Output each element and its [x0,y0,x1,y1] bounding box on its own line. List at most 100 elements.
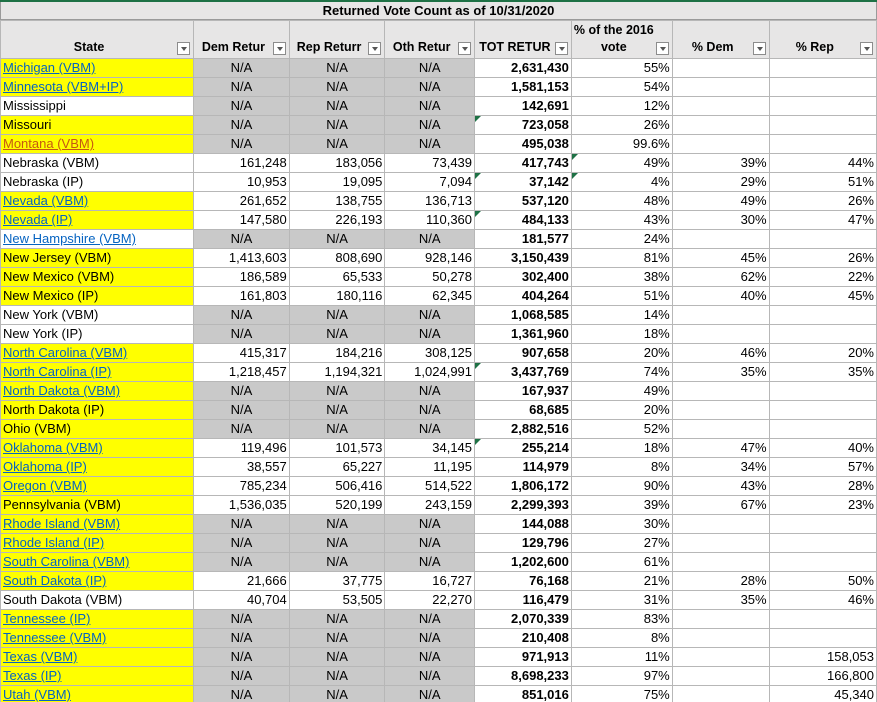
pct-dem-cell[interactable]: 29% [671,172,770,192]
pct-rep-cell[interactable] [768,134,877,154]
total-returned-cell[interactable]: 210,408 [474,628,572,648]
filter-dropdown-icon[interactable] [368,42,382,55]
oth-returned-cell[interactable]: 243,159 [384,495,476,515]
oth-returned-cell[interactable]: N/A [384,115,476,135]
state-cell[interactable]: Oklahoma (IP) [0,457,195,477]
oth-returned-cell[interactable]: 1,024,991 [384,362,476,382]
oth-returned-cell[interactable]: 514,522 [384,476,476,496]
pct-dem-cell[interactable] [671,229,770,249]
oth-returned-cell[interactable]: 136,713 [384,191,476,211]
dem-returned-cell[interactable]: N/A [193,77,290,97]
dem-returned-cell[interactable]: 261,652 [193,191,290,211]
dem-returned-cell[interactable]: 21,666 [193,571,290,591]
rep-returned-cell[interactable]: 520,199 [288,495,386,515]
pct-rep-cell[interactable]: 51% [768,172,877,192]
pct-2016-cell[interactable]: 18% [570,324,673,344]
rep-returned-cell[interactable]: N/A [288,533,386,553]
header-oth[interactable]: Oth Retur [384,20,476,59]
state-cell[interactable]: North Carolina (IP) [0,362,195,382]
state-link[interactable]: North Carolina (IP) [3,364,111,379]
pct-dem-cell[interactable] [671,115,770,135]
state-cell[interactable]: Tennessee (IP) [0,609,195,629]
state-cell[interactable]: Texas (IP) [0,666,195,686]
pct-dem-cell[interactable]: 47% [671,438,770,458]
pct-rep-cell[interactable] [768,115,877,135]
dem-returned-cell[interactable]: N/A [193,533,290,553]
state-link[interactable]: South Dakota (IP) [3,573,106,588]
pct-dem-cell[interactable]: 49% [671,191,770,211]
rep-returned-cell[interactable]: 1,194,321 [288,362,386,382]
state-link[interactable]: Rhode Island (IP) [3,535,104,550]
total-returned-cell[interactable]: 3,437,769 [474,362,572,382]
dem-returned-cell[interactable]: N/A [193,58,290,78]
oth-returned-cell[interactable]: N/A [384,552,476,572]
dem-returned-cell[interactable]: 161,248 [193,153,290,173]
oth-returned-cell[interactable]: N/A [384,77,476,97]
total-returned-cell[interactable]: 851,016 [474,685,572,702]
oth-returned-cell[interactable]: N/A [384,229,476,249]
total-returned-cell[interactable]: 723,058 [474,115,572,135]
total-returned-cell[interactable]: 2,070,339 [474,609,572,629]
rep-returned-cell[interactable]: N/A [288,419,386,439]
pct-dem-cell[interactable] [671,628,770,648]
oth-returned-cell[interactable]: 308,125 [384,343,476,363]
state-cell[interactable]: Missouri [0,115,195,135]
dem-returned-cell[interactable]: 785,234 [193,476,290,496]
total-returned-cell[interactable]: 37,142 [474,172,572,192]
rep-returned-cell[interactable]: 183,056 [288,153,386,173]
pct-dem-cell[interactable]: 45% [671,248,770,268]
oth-returned-cell[interactable]: N/A [384,134,476,154]
pct-dem-cell[interactable] [671,305,770,325]
state-cell[interactable]: Michigan (VBM) [0,58,195,78]
state-cell[interactable]: North Carolina (VBM) [0,343,195,363]
header-pct-dem[interactable]: % Dem [671,20,770,59]
pct-2016-cell[interactable]: 30% [570,514,673,534]
rep-returned-cell[interactable]: N/A [288,666,386,686]
pct-rep-cell[interactable]: 35% [768,362,877,382]
oth-returned-cell[interactable]: 7,094 [384,172,476,192]
pct-rep-cell[interactable] [768,77,877,97]
dem-returned-cell[interactable]: N/A [193,628,290,648]
pct-rep-cell[interactable] [768,400,877,420]
total-returned-cell[interactable]: 417,743 [474,153,572,173]
dem-returned-cell[interactable]: 10,953 [193,172,290,192]
rep-returned-cell[interactable]: N/A [288,115,386,135]
total-returned-cell[interactable]: 2,631,430 [474,58,572,78]
dem-returned-cell[interactable]: 1,536,035 [193,495,290,515]
rep-returned-cell[interactable]: N/A [288,514,386,534]
state-cell[interactable]: Rhode Island (VBM) [0,514,195,534]
total-returned-cell[interactable]: 537,120 [474,191,572,211]
oth-returned-cell[interactable]: N/A [384,514,476,534]
rep-returned-cell[interactable]: N/A [288,229,386,249]
dem-returned-cell[interactable]: N/A [193,685,290,702]
pct-2016-cell[interactable]: 38% [570,267,673,287]
pct-2016-cell[interactable]: 18% [570,438,673,458]
pct-rep-cell[interactable]: 45% [768,286,877,306]
filter-dropdown-icon[interactable] [272,42,286,55]
header-rep[interactable]: Rep Returr [288,20,386,59]
pct-rep-cell[interactable]: 23% [768,495,877,515]
state-cell[interactable]: Nevada (IP) [0,210,195,230]
pct-2016-cell[interactable]: 74% [570,362,673,382]
pct-rep-cell[interactable]: 158,053 [768,647,877,667]
pct-2016-cell[interactable]: 43% [570,210,673,230]
state-link[interactable]: South Carolina (VBM) [3,554,129,569]
pct-rep-cell[interactable] [768,58,877,78]
pct-rep-cell[interactable]: 50% [768,571,877,591]
pct-dem-cell[interactable]: 62% [671,267,770,287]
rep-returned-cell[interactable]: N/A [288,628,386,648]
state-cell[interactable]: New Hampshire (VBM) [0,229,195,249]
pct-dem-cell[interactable] [671,647,770,667]
pct-rep-cell[interactable]: 20% [768,343,877,363]
dem-returned-cell[interactable]: 1,218,457 [193,362,290,382]
pct-2016-cell[interactable]: 97% [570,666,673,686]
state-cell[interactable]: Rhode Island (IP) [0,533,195,553]
pct-2016-cell[interactable]: 20% [570,400,673,420]
pct-2016-cell[interactable]: 21% [570,571,673,591]
state-link[interactable]: Rhode Island (VBM) [3,516,120,531]
pct-dem-cell[interactable]: 46% [671,343,770,363]
state-link[interactable]: Oklahoma (IP) [3,459,87,474]
state-cell[interactable]: Mississippi [0,96,195,116]
pct-dem-cell[interactable] [671,381,770,401]
oth-returned-cell[interactable]: N/A [384,685,476,702]
